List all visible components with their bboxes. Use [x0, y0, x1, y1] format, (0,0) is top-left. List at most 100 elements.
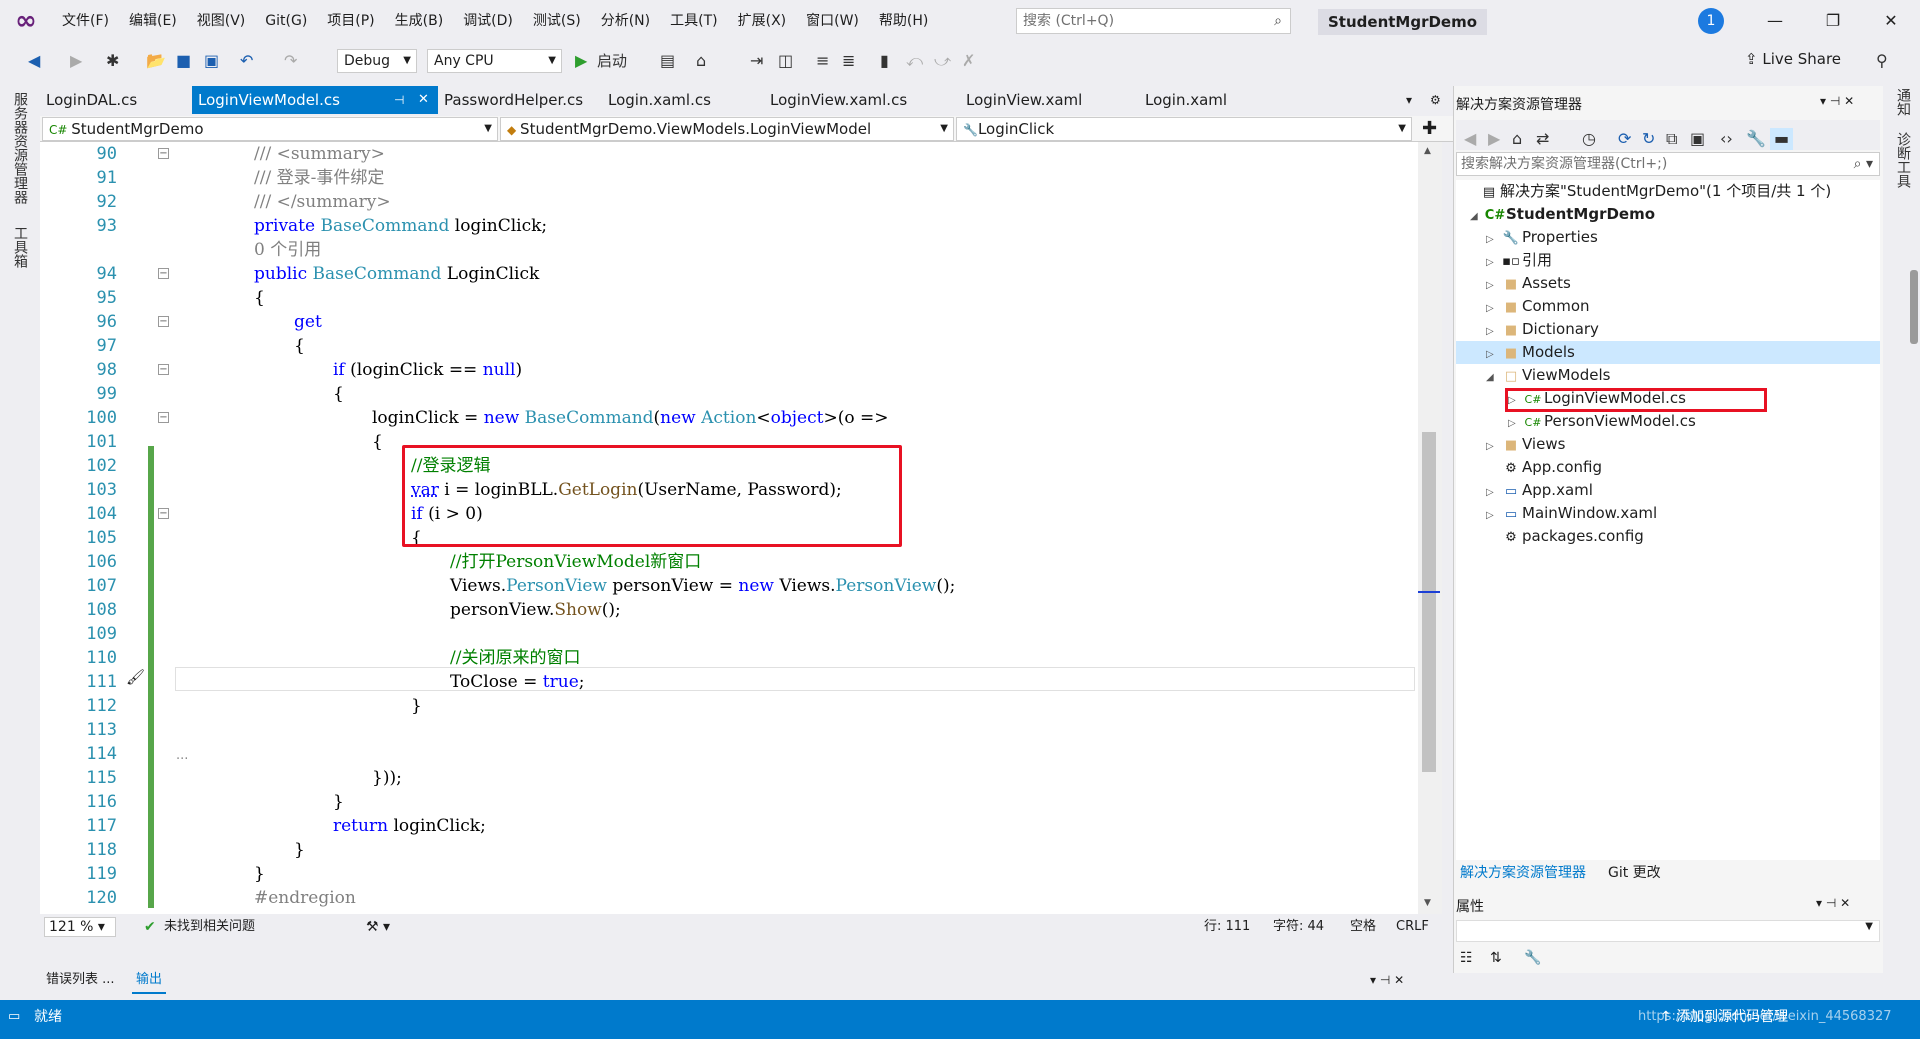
- scroll-down-icon[interactable]: ▼: [1424, 898, 1431, 908]
- save-icon[interactable]: ■: [176, 50, 191, 72]
- browse-icon[interactable]: ⌂: [696, 50, 706, 72]
- expanded-icon[interactable]: ◢: [1470, 205, 1484, 228]
- start-icon[interactable]: ▶: [575, 50, 587, 72]
- fold-toggle-icon[interactable]: −: [158, 364, 169, 375]
- outdent-icon[interactable]: ≣: [842, 50, 855, 72]
- notifications-tab[interactable]: 通知: [1893, 88, 1913, 116]
- code-lens[interactable]: 0 个引用: [254, 238, 321, 262]
- fold-toggle-icon[interactable]: −: [158, 316, 169, 327]
- solution-node[interactable]: ▤ 解决方案"StudentMgrDemo"(1 个项目/共 1 个): [1464, 180, 1831, 203]
- back-icon[interactable]: ◀: [1464, 128, 1476, 150]
- menu-view[interactable]: 视图(V): [187, 0, 256, 42]
- eol-indicator[interactable]: CRLF: [1396, 914, 1429, 940]
- tree-item-app-config[interactable]: ⚙ App.config: [1486, 456, 1602, 479]
- collapse-all-icon[interactable]: ⧉: [1666, 128, 1677, 150]
- collapsed-icon[interactable]: ▷: [1486, 504, 1500, 527]
- bookmark-icon[interactable]: ▮: [880, 50, 889, 72]
- menu-test[interactable]: 测试(S): [523, 0, 591, 42]
- maximize-icon[interactable]: ❐: [1818, 6, 1848, 36]
- column-indicator[interactable]: 字符: 44: [1273, 914, 1324, 940]
- tab-loginview-xaml-cs[interactable]: LoginView.xaml.cs: [764, 86, 913, 114]
- tab-loginviewmodel[interactable]: LoginViewModel.cs ⊣ ✕: [192, 86, 438, 114]
- new-project-icon[interactable]: ✱: [106, 50, 119, 72]
- zoom-select[interactable]: 121 % ▾: [44, 917, 116, 937]
- toolbox-tab[interactable]: 工具箱: [10, 226, 30, 268]
- minimize-icon[interactable]: —: [1760, 6, 1790, 36]
- preview-icon[interactable]: ▬: [1770, 128, 1794, 150]
- home-icon[interactable]: ⌂: [1512, 128, 1522, 150]
- forward-icon[interactable]: ▶: [1488, 128, 1500, 150]
- sync-icon[interactable]: ⟳: [1618, 128, 1631, 150]
- menu-debug[interactable]: 调试(D): [453, 0, 523, 42]
- platform-select[interactable]: Any CPU ▼: [427, 49, 562, 73]
- solution-search-input[interactable]: 搜索解决方案资源管理器(Ctrl+;) ⌕ ▾: [1456, 152, 1880, 176]
- tree-item-assets[interactable]: ▷ ■ Assets: [1486, 272, 1571, 295]
- collapsed-icon[interactable]: ▷: [1486, 481, 1500, 504]
- member-select[interactable]: 🔧LoginClick ▼: [956, 117, 1412, 141]
- project-select[interactable]: C# StudentMgrDemo ▼: [42, 117, 498, 141]
- indent-icon[interactable]: ≡: [816, 50, 829, 72]
- property-pages-icon[interactable]: 🔧: [1524, 950, 1541, 966]
- class-select[interactable]: ◆ StudentMgrDemo.ViewModels.LoginViewMod…: [500, 117, 954, 141]
- tab-login-xaml[interactable]: Login.xaml: [1139, 86, 1233, 114]
- expanded-icon[interactable]: ◢: [1486, 366, 1500, 389]
- tab-git-changes[interactable]: Git 更改: [1608, 860, 1661, 886]
- panel-controls-icon[interactable]: ▾ ⊣ ✕: [1816, 896, 1850, 910]
- tree-item-personviewmodel[interactable]: ▷ C# PersonViewModel.cs: [1508, 410, 1696, 433]
- menu-edit[interactable]: 编辑(E): [119, 0, 187, 42]
- collapsed-icon[interactable]: ▷: [1486, 343, 1500, 366]
- cleanup-icon[interactable]: ⚒ ▾: [366, 914, 390, 940]
- tab-output[interactable]: 输出: [132, 968, 167, 994]
- close-tab-icon[interactable]: ✕: [418, 86, 429, 114]
- server-explorer-tab[interactable]: 服务器资源管理器: [10, 92, 30, 204]
- history-icon[interactable]: ◷: [1582, 128, 1596, 150]
- code-view-icon[interactable]: ‹›: [1720, 128, 1733, 150]
- window-icon[interactable]: ◫: [778, 50, 793, 72]
- tab-loginview-xaml[interactable]: LoginView.xaml: [960, 86, 1088, 114]
- notification-badge[interactable]: 1: [1698, 8, 1724, 34]
- tab-overflow-icon[interactable]: ▾: [1400, 86, 1418, 114]
- fold-toggle-icon[interactable]: −: [158, 508, 169, 519]
- diagnostics-tab[interactable]: 诊断工具: [1893, 132, 1913, 188]
- collapsed-icon[interactable]: ▷: [1486, 274, 1500, 297]
- pin-icon[interactable]: ⊣: [394, 86, 404, 114]
- vertical-scrollbar[interactable]: ▲ ▼: [1418, 142, 1442, 914]
- close-icon[interactable]: ✕: [1876, 6, 1906, 36]
- step-icon[interactable]: ⇥: [750, 50, 763, 72]
- tree-item-dictionary[interactable]: ▷ ■ Dictionary: [1486, 318, 1599, 341]
- issues-status[interactable]: 未找到相关问题: [164, 914, 255, 940]
- start-button[interactable]: 启动: [597, 50, 627, 72]
- undo-icon[interactable]: ↶: [240, 50, 253, 72]
- collapsed-icon[interactable]: ▷: [1486, 297, 1500, 320]
- folder-icon[interactable]: ▤: [660, 50, 675, 72]
- tree-item-mainwindow[interactable]: ▷ ▭ MainWindow.xaml: [1486, 502, 1657, 525]
- bookmark-next-icon[interactable]: ⤻: [934, 50, 951, 72]
- properties-object-select[interactable]: ▼: [1456, 920, 1880, 942]
- tree-item-viewmodels[interactable]: ◢ □ ViewModels: [1486, 364, 1610, 387]
- show-all-files-icon[interactable]: ▣: [1690, 128, 1705, 150]
- tab-error-list[interactable]: 错误列表 ...: [46, 966, 115, 994]
- categorized-icon[interactable]: ☷: [1460, 950, 1473, 966]
- collapsed-icon[interactable]: ▷: [1508, 412, 1522, 435]
- scroll-thumb[interactable]: [1422, 432, 1436, 772]
- collapsed-icon[interactable]: ▷: [1486, 228, 1500, 251]
- panel-controls-icon[interactable]: ▾ ⊣ ✕: [1820, 94, 1854, 108]
- live-share-button[interactable]: ⇪ Live Share: [1745, 50, 1841, 68]
- bookmark-clear-icon[interactable]: ✗: [962, 50, 975, 72]
- menu-project[interactable]: 项目(P): [317, 0, 384, 42]
- tree-item-models[interactable]: ▷ ■ Models: [1456, 341, 1880, 364]
- tab-solution-explorer[interactable]: 解决方案资源管理器: [1460, 860, 1586, 886]
- project-node[interactable]: ◢ C#StudentMgrDemo: [1470, 203, 1655, 226]
- menu-analyze[interactable]: 分析(N): [591, 0, 660, 42]
- open-file-icon[interactable]: 📂: [146, 50, 166, 72]
- gear-icon[interactable]: ⚙: [1424, 86, 1447, 114]
- tree-item-common[interactable]: ▷ ■ Common: [1486, 295, 1590, 318]
- menu-file[interactable]: 文件(F): [52, 0, 119, 42]
- menu-git[interactable]: Git(G): [255, 0, 317, 42]
- config-select[interactable]: Debug ▼: [337, 49, 417, 73]
- fold-toggle-icon[interactable]: −: [158, 268, 169, 279]
- forward-icon[interactable]: ▶: [70, 50, 82, 72]
- menu-build[interactable]: 生成(B): [385, 0, 454, 42]
- tree-item-properties[interactable]: ▷ 🔧 Properties: [1486, 226, 1598, 249]
- tree-item-app-xaml[interactable]: ▷ ▭ App.xaml: [1486, 479, 1593, 502]
